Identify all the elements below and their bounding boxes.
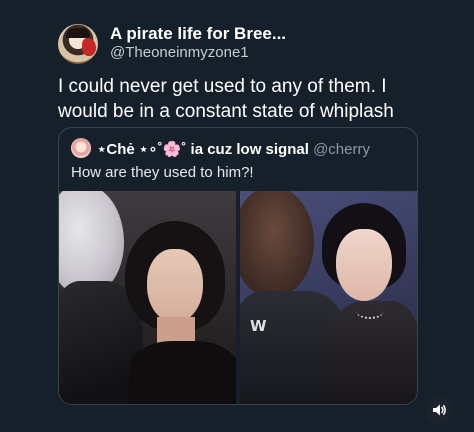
photo-person-back-hair bbox=[59, 191, 124, 295]
quoted-author-name-suffix[interactable]: ˚ ia cuz low signal bbox=[181, 141, 309, 158]
avatar-red-shape bbox=[82, 38, 96, 56]
photo-shirt-mark: W bbox=[250, 317, 267, 335]
photo-person-face bbox=[336, 229, 392, 301]
quoted-tweet[interactable]: ⋆Chė ⋆∘˚🌸˚ ia cuz low signal @cherry How… bbox=[58, 127, 418, 405]
media-photo-left[interactable] bbox=[59, 191, 236, 404]
quoted-tweet-text: How are they used to him?! bbox=[71, 164, 254, 181]
volume-button[interactable] bbox=[425, 396, 453, 424]
media-photo-right[interactable]: W bbox=[240, 191, 417, 404]
avatar-hat-shape bbox=[66, 28, 90, 38]
quoted-author-handle[interactable]: @cherry bbox=[313, 141, 370, 158]
photo-person-back-head bbox=[240, 191, 314, 297]
quoted-media: W bbox=[59, 191, 417, 404]
author-display-name[interactable]: A pirate life for Bree... bbox=[110, 24, 286, 44]
quoted-author-avatar[interactable] bbox=[71, 138, 91, 158]
author-handle[interactable]: @Theoneinmyzone1 bbox=[110, 44, 249, 61]
tweet-text: I could never get used to any of them. I… bbox=[58, 76, 394, 122]
tweet: A pirate life for Bree... @Theoneinmyzon… bbox=[0, 0, 474, 432]
photo-person-necklace bbox=[356, 303, 384, 319]
quoted-tweet-header: ⋆Chė ⋆∘˚🌸˚ ia cuz low signal @cherry bbox=[97, 140, 370, 158]
photo-person-face bbox=[147, 249, 203, 323]
author-avatar[interactable] bbox=[58, 24, 98, 64]
quoted-author-name-prefix[interactable]: ⋆Chė ⋆∘˚ bbox=[97, 141, 163, 158]
photo-person-body bbox=[129, 341, 236, 404]
quoted-author-name-flower: 🌸 bbox=[162, 141, 182, 158]
volume-icon bbox=[433, 404, 446, 416]
